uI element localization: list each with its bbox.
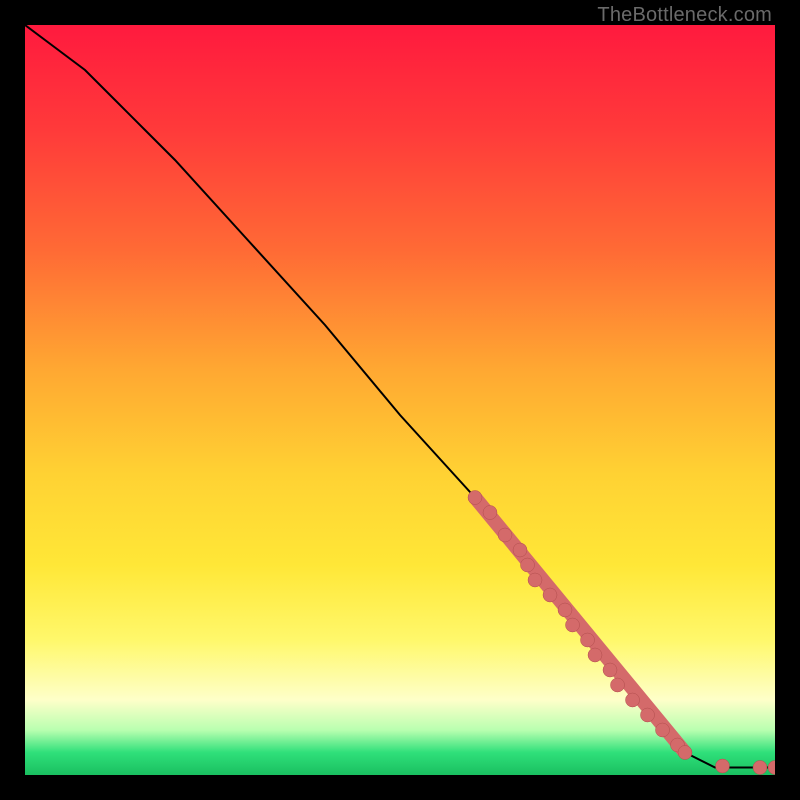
chart-marker bbox=[468, 491, 482, 505]
chart-marker bbox=[483, 506, 497, 520]
chart-marker bbox=[588, 648, 602, 662]
chart-marker bbox=[656, 723, 670, 737]
chart-marker bbox=[521, 558, 535, 572]
chart-svg-layer bbox=[25, 25, 775, 775]
chart-marker bbox=[498, 528, 512, 542]
chart-marker bbox=[753, 761, 767, 775]
chart-marker bbox=[513, 543, 527, 557]
chart-marker bbox=[626, 693, 640, 707]
chart-marker bbox=[768, 761, 775, 775]
chart-marker bbox=[528, 573, 542, 587]
chart-marker bbox=[678, 746, 692, 760]
watermark-text: TheBottleneck.com bbox=[597, 4, 772, 27]
chart-marker bbox=[611, 678, 625, 692]
chart-plot-area bbox=[25, 25, 775, 775]
chart-markers-group bbox=[468, 491, 775, 775]
chart-marker bbox=[566, 618, 580, 632]
chart-marker bbox=[603, 663, 617, 677]
chart-marker bbox=[581, 633, 595, 647]
chart-marker bbox=[716, 759, 730, 773]
chart-curve bbox=[25, 25, 775, 768]
chart-marker bbox=[641, 708, 655, 722]
chart-marker bbox=[558, 603, 572, 617]
chart-marker bbox=[543, 588, 557, 602]
